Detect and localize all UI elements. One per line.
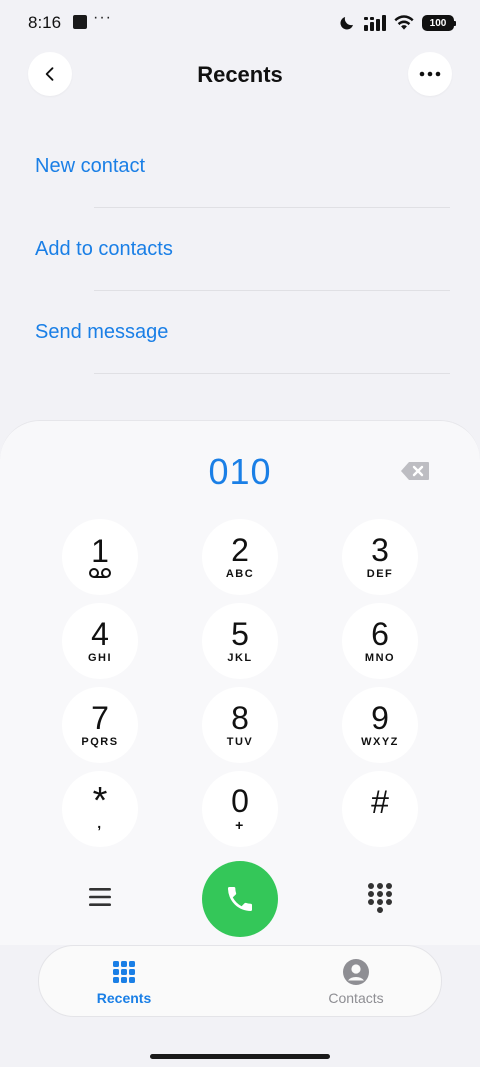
notification-app-icon: [73, 15, 87, 29]
backspace-icon[interactable]: [400, 461, 430, 481]
option-label: New contact: [35, 155, 146, 177]
status-bar: 8:16 ··· 100: [0, 0, 480, 48]
option-label: Send message: [35, 321, 169, 343]
key-4[interactable]: 4 GHI: [62, 603, 138, 679]
notification-more-icon: ···: [93, 9, 112, 26]
voicemail-icon: [89, 568, 111, 578]
tab-recents[interactable]: Recents: [39, 946, 209, 1016]
dialpad-icon[interactable]: [366, 881, 394, 915]
status-icons: 100: [338, 12, 456, 34]
add-to-contacts-option[interactable]: Add to contacts: [0, 208, 480, 291]
tab-label: Recents: [96, 990, 152, 1006]
new-contact-option[interactable]: New contact: [0, 125, 480, 208]
key-letters: PQRS: [81, 736, 119, 748]
key-hash[interactable]: #: [342, 771, 418, 847]
key-7[interactable]: 7 PQRS: [62, 687, 138, 763]
key-digit: 2: [231, 532, 249, 568]
moon-icon: [340, 17, 353, 30]
key-digit: 0: [231, 783, 249, 819]
keypad-grid-icon: [110, 958, 138, 986]
more-horizontal-icon: [419, 71, 441, 77]
key-9[interactable]: 9 WXYZ: [342, 687, 418, 763]
key-digit: 6: [371, 616, 389, 652]
dialer-actions: [0, 861, 480, 937]
tab-label: Contacts: [328, 990, 384, 1006]
key-1[interactable]: 1: [62, 519, 138, 595]
key-letters: MNO: [364, 652, 396, 664]
home-indicator[interactable]: [150, 1054, 330, 1059]
key-digit: 9: [371, 700, 389, 736]
status-time: 8:16: [28, 13, 62, 32]
key-digit: 5: [231, 616, 249, 652]
battery-icon: 100: [422, 15, 456, 31]
phone-icon: [228, 887, 252, 911]
wifi-icon: [394, 15, 414, 30]
tab-contacts[interactable]: Contacts: [271, 946, 441, 1016]
menu-icon[interactable]: [84, 881, 116, 913]
key-letters: JKL: [227, 652, 253, 664]
key-0[interactable]: 0 +: [202, 771, 278, 847]
key-letters: TUV: [226, 736, 254, 748]
bottom-tab-bar: Recents Contacts: [38, 945, 442, 1017]
key-letters: WXYZ: [361, 736, 399, 748]
dialer-panel: 010 1 2 ABC 3 DEF 4 GHI 5 JKL 6 MNO 7 PQ…: [0, 420, 480, 945]
key-3[interactable]: 3 DEF: [342, 519, 418, 595]
call-button[interactable]: [202, 861, 278, 937]
key-6[interactable]: 6 MNO: [342, 603, 418, 679]
option-label: Add to contacts: [35, 238, 173, 260]
key-digit: *: [92, 780, 108, 822]
key-letters: +: [235, 817, 245, 833]
key-5[interactable]: 5 JKL: [202, 603, 278, 679]
key-digit: 1: [91, 533, 109, 569]
divider: [94, 373, 450, 374]
key-letters: ABC: [225, 568, 255, 580]
key-digit: #: [371, 784, 389, 820]
key-star[interactable]: * ,: [62, 771, 138, 847]
more-options-button[interactable]: [408, 52, 452, 96]
number-options-list: New contact Add to contacts Send message: [0, 125, 480, 374]
key-letters: GHI: [87, 652, 113, 664]
key-digit: 4: [91, 616, 109, 652]
key-digit: 7: [91, 700, 109, 736]
send-message-option[interactable]: Send message: [0, 291, 480, 374]
key-2[interactable]: 2 ABC: [202, 519, 278, 595]
key-digit: 3: [371, 532, 389, 568]
person-icon: [342, 958, 370, 986]
key-digit: 8: [231, 700, 249, 736]
key-letters: ,: [97, 815, 103, 831]
signal-icon: [364, 15, 386, 31]
key-8[interactable]: 8 TUV: [202, 687, 278, 763]
header: Recents: [0, 52, 480, 100]
key-letters: DEF: [366, 568, 394, 580]
